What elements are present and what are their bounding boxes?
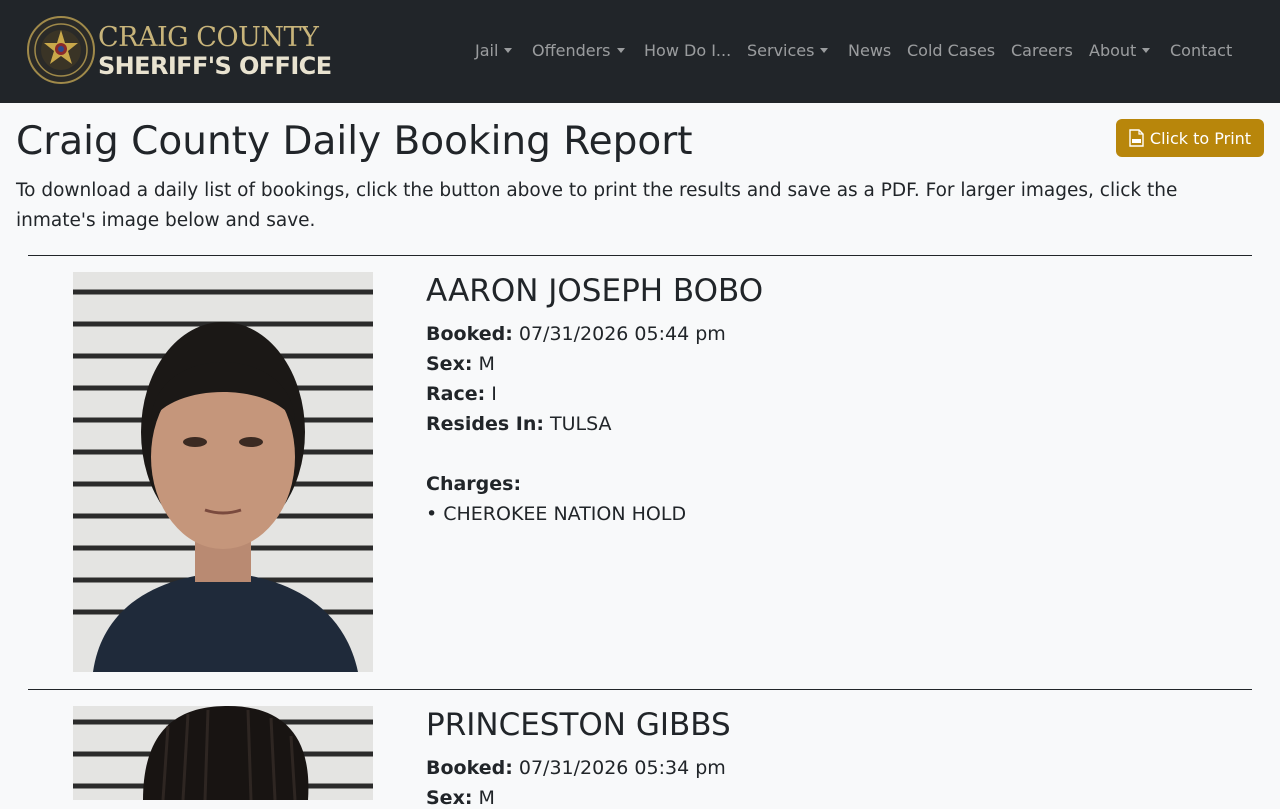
- nav-careers[interactable]: Careers: [1011, 41, 1073, 63]
- nav-services-label: Services: [747, 41, 815, 60]
- inmate-photo[interactable]: [73, 272, 373, 672]
- chevron-down-icon: [616, 48, 625, 53]
- nav-news[interactable]: News: [848, 41, 891, 63]
- race-label: Race:: [426, 383, 486, 405]
- resides-value: TULSA: [550, 413, 612, 435]
- sex-value: M: [478, 787, 495, 809]
- nav-offenders-label: Offenders: [532, 41, 611, 60]
- sex-field: Sex: M: [426, 787, 495, 809]
- nav-offenders[interactable]: Offenders: [532, 41, 625, 63]
- charges-label: Charges:: [426, 473, 522, 495]
- mugshot-image: [73, 706, 373, 800]
- race-field: Race: I: [426, 383, 497, 405]
- mugshot-image: [73, 272, 373, 672]
- nav-jail[interactable]: Jail: [475, 41, 513, 63]
- site-logo[interactable]: CRAIG COUNTY SHERIFF'S OFFICE: [27, 16, 332, 86]
- nav-contact[interactable]: Contact: [1170, 41, 1232, 63]
- nav-about-label: About: [1089, 41, 1137, 60]
- inmate-photo[interactable]: [73, 706, 373, 800]
- charges-heading: Charges:: [426, 473, 521, 495]
- booked-value: 07/31/2026 05:44 pm: [518, 323, 726, 345]
- booked-label: Booked:: [426, 757, 513, 779]
- divider: [28, 689, 1252, 690]
- race-value: I: [491, 383, 497, 405]
- page-title: Craig County Daily Booking Report: [16, 119, 693, 164]
- top-navbar: CRAIG COUNTY SHERIFF'S OFFICE Jail Offen…: [0, 0, 1280, 103]
- intro-text: To download a daily list of bookings, cl…: [16, 180, 1178, 231]
- sex-field: Sex: M: [426, 353, 495, 375]
- logo-line-1: CRAIG COUNTY: [98, 22, 319, 53]
- chevron-down-icon: [820, 48, 829, 53]
- divider: [28, 255, 1252, 256]
- inmate-name: PRINCESTON GIBBS: [426, 707, 731, 743]
- logo-line-2: SHERIFF'S OFFICE: [98, 52, 332, 80]
- resides-label: Resides In:: [426, 413, 544, 435]
- charge-item: • CHEROKEE NATION HOLD: [426, 503, 687, 525]
- inmate-name: AARON JOSEPH BOBO: [426, 273, 764, 309]
- chevron-down-icon: [504, 48, 513, 53]
- booked-field: Booked: 07/31/2026 05:44 pm: [426, 323, 726, 345]
- nav-how-do-i[interactable]: How Do I...: [644, 41, 731, 63]
- resides-field: Resides In: TULSA: [426, 413, 612, 435]
- sheriff-seal-icon: [27, 16, 95, 84]
- nav-how-do-i-label: How Do I...: [644, 41, 732, 60]
- nav-about[interactable]: About: [1089, 41, 1151, 63]
- sex-value: M: [478, 353, 495, 375]
- nav-cold-cases-label: Cold Cases: [907, 41, 996, 60]
- pdf-file-icon: [1129, 129, 1144, 147]
- nav-news-label: News: [848, 41, 892, 60]
- print-button[interactable]: Click to Print: [1116, 119, 1264, 157]
- booked-field: Booked: 07/31/2026 05:34 pm: [426, 757, 726, 779]
- nav-jail-label: Jail: [475, 41, 499, 60]
- nav-careers-label: Careers: [1011, 41, 1073, 60]
- booked-label: Booked:: [426, 323, 513, 345]
- nav-services[interactable]: Services: [747, 41, 829, 63]
- chevron-down-icon: [1142, 48, 1151, 53]
- nav-contact-label: Contact: [1170, 41, 1233, 60]
- print-button-label: Click to Print: [1149, 128, 1252, 148]
- nav-cold-cases[interactable]: Cold Cases: [907, 41, 995, 63]
- sex-label: Sex:: [426, 353, 473, 375]
- sex-label: Sex:: [426, 787, 473, 809]
- booked-value: 07/31/2026 05:34 pm: [518, 757, 726, 779]
